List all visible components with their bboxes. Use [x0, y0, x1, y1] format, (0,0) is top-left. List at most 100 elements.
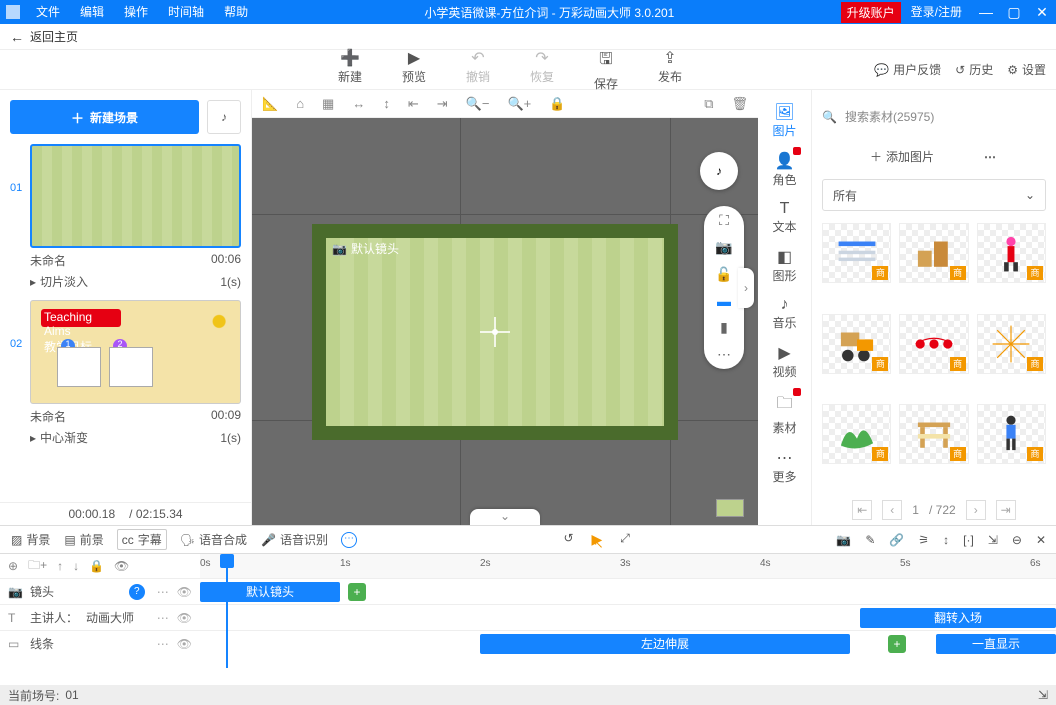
rect-tool-icon[interactable]: ▬ — [717, 293, 731, 309]
delete-icon[interactable]: 🗑 — [731, 96, 748, 112]
asset-item[interactable]: 商 — [899, 404, 968, 464]
zoom-out-icon[interactable]: 🔍− — [466, 96, 490, 112]
cat-text[interactable]: T文本 — [767, 196, 803, 239]
track-menu-icon[interactable]: ⋯ — [157, 611, 169, 625]
ruler-icon[interactable]: 📐 — [262, 96, 278, 112]
align-v-icon[interactable]: ↕ — [383, 96, 390, 111]
add-track-icon[interactable]: ⊕ — [8, 559, 18, 573]
subtitle-button[interactable]: cc字幕 — [117, 529, 167, 550]
bracket-icon[interactable]: [·] — [963, 533, 974, 547]
page-first-button[interactable]: ⇤ — [852, 500, 872, 520]
menu-help[interactable]: 帮助 — [214, 0, 258, 24]
asr-button[interactable]: 🎤语音识别 — [260, 530, 329, 549]
track-menu-icon[interactable]: ⋯ — [157, 637, 169, 651]
cat-music[interactable]: ♪音乐 — [767, 292, 803, 335]
asset-item[interactable]: 商 — [977, 314, 1046, 374]
cat-image[interactable]: 🖼图片 — [767, 98, 803, 143]
scene-item[interactable]: 02 Teaching Aims教学目标 12 未命名00:09 ▸中心渐变1(… — [10, 300, 241, 450]
lock-track-icon[interactable]: 🔒 — [89, 559, 104, 573]
return-home[interactable]: ← 返回主页 — [0, 24, 1056, 50]
cat-video[interactable]: ▶视频 — [767, 339, 803, 384]
float-music-button[interactable]: ♪ — [700, 152, 738, 190]
unlock-icon[interactable]: 🔓 — [715, 266, 732, 283]
cat-more[interactable]: ⋯更多 — [767, 444, 803, 489]
history-button[interactable]: ↺历史 — [955, 61, 993, 78]
fg-button[interactable]: ▤前景 — [63, 530, 104, 549]
minimap[interactable] — [716, 499, 744, 517]
align-h-icon[interactable]: ↔ — [352, 96, 365, 111]
publish-button[interactable]: ⇪发布 — [650, 48, 690, 92]
scene-item[interactable]: 01 未命名00:06 ▸切片淡入1(s) — [10, 144, 241, 294]
device-icon[interactable]: ▮ — [720, 319, 728, 336]
close-panel-icon[interactable]: ✕ — [1036, 533, 1046, 547]
asset-item[interactable]: 商 — [977, 223, 1046, 283]
eye-icon[interactable]: 👁 — [177, 585, 192, 599]
bg-button[interactable]: ▨背景 — [10, 530, 51, 549]
panel-collapse-handle[interactable]: ⌄ — [470, 509, 540, 525]
page-prev-button[interactable]: ‹ — [882, 500, 902, 520]
clip-always-show[interactable]: +一直显示 — [936, 634, 1056, 654]
help-icon[interactable]: ? — [129, 584, 145, 600]
scene-transition[interactable]: ▸切片淡入 — [30, 273, 88, 290]
collapse-icon[interactable]: ⇲ — [988, 533, 998, 547]
clip-flip-in[interactable]: 翻转入场 — [860, 608, 1056, 628]
menu-timeline[interactable]: 时间轴 — [158, 0, 214, 24]
preview-button[interactable]: ▶预览 — [394, 48, 434, 92]
asset-item[interactable]: 商 — [822, 314, 891, 374]
playhead[interactable] — [220, 554, 234, 568]
folder-add-icon[interactable]: 🗀+ — [28, 556, 47, 577]
more-icon[interactable]: ⋯ — [717, 346, 731, 363]
login-button[interactable]: 登录/注册 — [901, 0, 972, 24]
menu-file[interactable]: 文件 — [26, 0, 70, 24]
canvas[interactable]: 📐 ⌂ ▦ ↔ ↕ ⇤ ⇥ 🔍− 🔍+ 🔒 ⧉ 🗑 📷默认镜头 ♪ ⛶ 📷 🔓 — [252, 90, 758, 525]
clip-default-camera[interactable]: 默认镜头+ — [200, 582, 340, 602]
track-speaker[interactable]: T主讲人：动画大师⋯👁 翻转入场 — [0, 604, 1056, 630]
expand-icon[interactable]: ⤢ — [620, 531, 630, 548]
down-icon[interactable]: ↓ — [73, 559, 79, 573]
cat-character[interactable]: 👤角色 — [767, 147, 803, 192]
asset-item[interactable]: 商 — [899, 314, 968, 374]
asset-item[interactable]: 商 — [977, 404, 1046, 464]
scene-music-button[interactable]: ♪ — [207, 100, 241, 134]
scene-transition[interactable]: ▸中心渐变 — [30, 429, 88, 446]
link-icon[interactable]: 🔗 — [889, 533, 904, 547]
menu-edit[interactable]: 编辑 — [70, 0, 114, 24]
asset-item[interactable]: 商 — [822, 404, 891, 464]
new-button[interactable]: ➕新建 — [330, 48, 370, 92]
sort-icon[interactable]: ↕ — [943, 533, 949, 547]
cat-shape[interactable]: ◧图形 — [767, 243, 803, 288]
track-menu-icon[interactable]: ⋯ — [157, 585, 169, 599]
expand-arrow-icon[interactable]: › — [738, 268, 754, 308]
play-cursor-icon[interactable]: ▶↖ — [592, 531, 603, 548]
track-line[interactable]: ▭线条⋯👁 左边伸展 +一直显示 — [0, 630, 1056, 656]
filter-icon[interactable]: ⚞ — [918, 533, 929, 547]
asset-item[interactable]: 商 — [899, 223, 968, 283]
close-button[interactable]: ✕ — [1028, 4, 1056, 21]
cat-assets[interactable]: 🗀素材 — [767, 388, 803, 440]
asset-filter-dropdown[interactable]: 所有⌄ — [822, 179, 1046, 211]
lock-icon[interactable]: 🔒 — [549, 96, 565, 112]
asset-item[interactable]: 商 — [822, 223, 891, 283]
upgrade-button[interactable]: 升级账户 — [841, 2, 901, 23]
visibility-icon[interactable]: 👁 — [114, 559, 129, 573]
maximize-button[interactable]: ▢ — [1000, 4, 1028, 21]
copy-icon[interactable]: ⧉ — [704, 96, 713, 112]
page-last-button[interactable]: ⇥ — [996, 500, 1016, 520]
align-left-icon[interactable]: ⇤ — [408, 96, 419, 112]
stage-frame[interactable]: 📷默认镜头 — [312, 224, 678, 440]
menu-action[interactable]: 操作 — [114, 0, 158, 24]
scene-thumbnail[interactable] — [30, 144, 241, 248]
asset-search[interactable]: 🔍搜索素材(25975) — [822, 102, 1046, 132]
more-round-button[interactable]: ⋯ — [341, 532, 357, 548]
add-clip-button[interactable]: + — [348, 583, 366, 601]
undo-button[interactable]: ↶撤销 — [458, 48, 498, 92]
grid-icon[interactable]: ▦ — [322, 96, 334, 112]
page-next-button[interactable]: › — [966, 500, 986, 520]
camera-tool-icon[interactable]: 📷 — [715, 239, 732, 256]
timeline-ruler[interactable]: 0s 1s 2s 3s 4s 5s 6s — [200, 554, 1056, 578]
up-icon[interactable]: ↑ — [57, 559, 63, 573]
fullscreen-icon[interactable]: ⛶ — [719, 212, 729, 229]
minimize-button[interactable]: — — [972, 4, 1000, 20]
eye-icon[interactable]: 👁 — [177, 637, 192, 651]
collapse-status-icon[interactable]: ⇲ — [1038, 688, 1048, 702]
